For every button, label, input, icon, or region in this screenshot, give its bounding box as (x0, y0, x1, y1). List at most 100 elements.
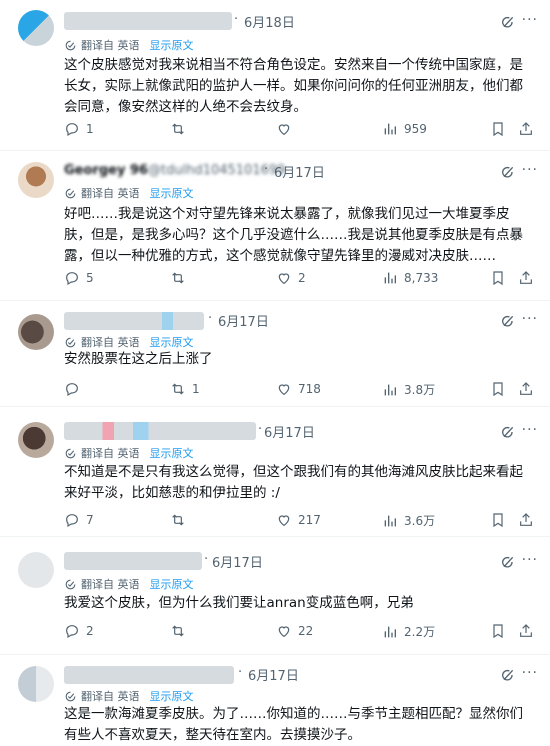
retweet-icon (170, 270, 186, 286)
share-icon[interactable] (518, 512, 534, 528)
translate-icon (64, 578, 77, 591)
retweet-button[interactable] (170, 512, 192, 528)
reply-icon (64, 121, 80, 137)
share-icon[interactable] (518, 121, 534, 137)
separator-dot: · (264, 162, 269, 177)
avatar[interactable] (18, 552, 54, 588)
tweet-text: 我爱这个皮肤，但为什么我们要让anran变成蓝色啊，兄弟 (64, 595, 414, 611)
translate-icon (64, 690, 77, 703)
tweet-date[interactable]: 6月17日 (248, 665, 299, 684)
views-icon (382, 513, 398, 529)
bookmark-icon[interactable] (490, 121, 506, 137)
like-icon (276, 623, 292, 639)
grok-icon[interactable] (500, 667, 516, 683)
more-options-icon[interactable]: ··· (522, 665, 538, 681)
show-original-link[interactable]: 显示原文 (150, 445, 194, 461)
tweet-date[interactable]: 6月17日 (264, 422, 315, 441)
show-original-link[interactable]: 显示原文 (150, 688, 194, 704)
retweet-button[interactable]: 1 (170, 381, 200, 397)
reply-button[interactable]: 7 (64, 512, 94, 528)
like-button[interactable] (276, 121, 298, 137)
avatar[interactable] (18, 314, 54, 350)
views-count: 959 (404, 122, 427, 136)
like-icon (276, 121, 292, 137)
username-blurred[interactable] (64, 312, 204, 330)
show-original-link[interactable]: 显示原文 (150, 334, 194, 350)
tweet-text: 这是一款海滩夏季皮肤。为了……你知道的……与季节主题相匹配？显然你们有些人不喜欢… (64, 706, 523, 743)
retweet-icon (170, 121, 186, 137)
action-bar: 1 959 (64, 121, 538, 141)
translate-label: 翻译自 英语 (81, 336, 140, 349)
avatar[interactable] (18, 666, 54, 702)
tweet-date[interactable]: 6月18日 (244, 12, 295, 31)
like-icon (276, 270, 292, 286)
show-original-link[interactable]: 显示原文 (150, 37, 194, 53)
tweet-1[interactable]: · 6月18日 ··· 翻译自 英语 显示原文 这个皮肤感觉对我来说相当不符合角… (0, 0, 550, 151)
grok-icon[interactable] (500, 424, 516, 440)
like-count: 718 (298, 382, 321, 396)
like-button[interactable]: 22 (276, 623, 313, 639)
views-button[interactable]: 3.6万 (382, 512, 435, 529)
tweet-4[interactable]: · 6月17日 ··· 翻译自 英语 显示原文 不知道是不是只有我这么觉得，但这… (0, 406, 550, 537)
grok-icon[interactable] (500, 554, 516, 570)
reply-button[interactable]: 5 (64, 270, 94, 286)
more-options-icon[interactable]: ··· (522, 311, 538, 327)
separator-dot: · (208, 311, 213, 326)
bookmark-icon[interactable] (490, 512, 506, 528)
grok-icon[interactable] (500, 164, 516, 180)
action-bar: 1 718 3.8万 (64, 381, 538, 401)
username-blurred[interactable] (64, 422, 256, 440)
share-icon[interactable] (518, 270, 534, 286)
more-options-icon[interactable]: ··· (522, 422, 538, 438)
views-button[interactable]: 3.8万 (382, 381, 435, 398)
reply-count: 7 (86, 513, 94, 527)
translate-icon (64, 447, 77, 460)
username-blurred[interactable] (64, 12, 232, 30)
views-count: 2.2万 (404, 625, 436, 639)
show-original-link[interactable]: 显示原文 (150, 185, 194, 201)
reply-count: 5 (86, 271, 94, 285)
tweet-text: 不知道是不是只有我这么觉得，但这个跟我们有的其他海滩风皮肤比起来看起来好平淡，比… (64, 464, 523, 501)
more-options-icon[interactable]: ··· (522, 12, 538, 28)
translation-bar: 翻译自 英语 显示原文 (64, 688, 194, 704)
reply-button[interactable]: 1 (64, 121, 94, 137)
tweet-date[interactable]: 6月17日 (274, 162, 325, 181)
share-icon[interactable] (518, 381, 534, 397)
views-icon (382, 382, 398, 398)
views-icon (382, 121, 398, 137)
username-blurred[interactable] (64, 666, 234, 684)
show-original-link[interactable]: 显示原文 (150, 576, 194, 592)
tweet-5[interactable]: · 6月17日 ··· 翻译自 英语 显示原文 我爱这个皮肤，但为什么我们要让a… (0, 536, 550, 655)
reply-button[interactable]: 2 (64, 623, 94, 639)
tweet-6[interactable]: · 6月17日 ··· 翻译自 英语 显示原文 这是一款海滩夏季皮肤。为了……你… (0, 654, 550, 743)
more-options-icon[interactable]: ··· (522, 162, 538, 178)
grok-icon[interactable] (500, 313, 516, 329)
translate-label: 翻译自 英语 (81, 447, 140, 460)
tweet-3[interactable]: · 6月17日 ··· 翻译自 英语 显示原文 安然股票在这之后上涨了 1 71… (0, 300, 550, 407)
grok-icon[interactable] (500, 14, 516, 30)
views-button[interactable]: 2.2万 (382, 623, 435, 640)
username-blurred[interactable] (64, 552, 202, 570)
like-button[interactable]: 718 (276, 381, 321, 397)
more-options-icon[interactable]: ··· (522, 552, 538, 568)
tweet-2[interactable]: Georgey 96 @tdulhd1045101699 · 6月17日 ···… (0, 150, 550, 301)
avatar[interactable] (18, 10, 54, 46)
tweet-date[interactable]: 6月17日 (218, 311, 269, 330)
like-button[interactable]: 217 (276, 512, 321, 528)
bookmark-icon[interactable] (490, 381, 506, 397)
like-button[interactable]: 2 (276, 270, 306, 286)
views-count: 3.8万 (404, 383, 436, 397)
retweet-button[interactable] (170, 270, 192, 286)
share-icon[interactable] (518, 623, 534, 639)
views-button[interactable]: 959 (382, 121, 427, 137)
retweet-button[interactable] (170, 623, 192, 639)
display-name[interactable]: Georgey 96 (64, 163, 148, 178)
avatar[interactable] (18, 422, 54, 458)
bookmark-icon[interactable] (490, 270, 506, 286)
avatar[interactable] (18, 162, 54, 198)
views-button[interactable]: 8,733 (382, 270, 438, 286)
tweet-date[interactable]: 6月17日 (212, 552, 263, 571)
bookmark-icon[interactable] (490, 623, 506, 639)
retweet-button[interactable] (170, 121, 192, 137)
reply-button[interactable] (64, 381, 86, 397)
